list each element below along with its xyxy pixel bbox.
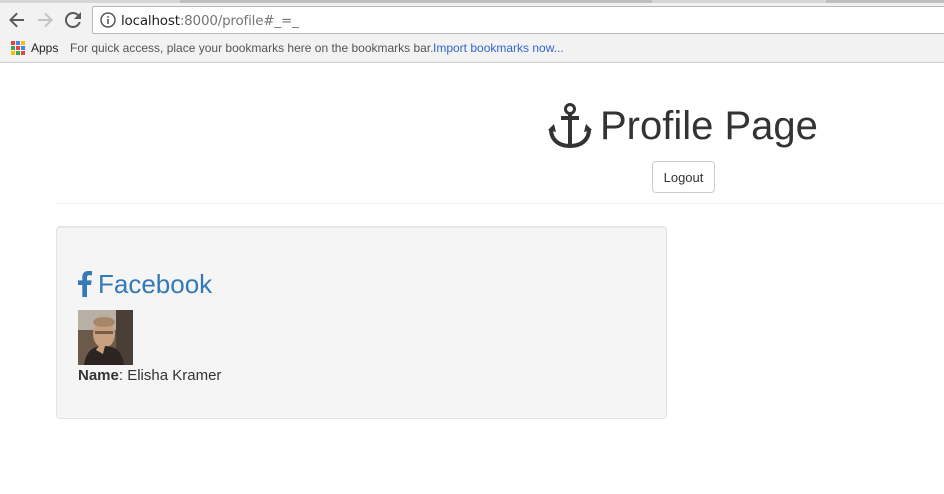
title-row: Profile Page [548,103,818,149]
import-bookmarks-link[interactable]: Import bookmarks now... [433,41,564,55]
avatar [78,310,133,365]
url-path: :8000/profile#_=_ [179,13,299,29]
back-arrow-icon[interactable] [6,9,28,31]
name-label: Name [78,367,119,384]
browser-tab[interactable] [826,0,944,3]
apps-shortcut[interactable]: Apps [31,41,58,55]
forward-arrow-icon[interactable] [34,9,56,31]
profile-name: Name: Elisha Kramer [78,367,221,384]
page-header: Profile Page Logout [56,63,944,204]
anchor-icon [548,103,592,149]
name-value: Elisha Kramer [127,367,222,384]
page-title: Profile Page [600,104,818,148]
browser-toolbar: localhost:8000/profile#_=_ [0,0,944,37]
bookmarks-hint: For quick access, place your bookmarks h… [70,41,434,55]
address-bar[interactable]: localhost:8000/profile#_=_ [92,6,944,34]
browser-tab[interactable] [180,0,652,3]
facebook-heading: Facebook [78,269,212,299]
name-separator: : [118,367,128,384]
facebook-profile-panel: Facebook Name: Elisha Kramer [56,226,667,419]
info-icon[interactable] [100,12,116,28]
facebook-icon [78,271,92,297]
bookmarks-bar: Apps For quick access, place your bookma… [0,37,944,63]
url-text[interactable]: localhost:8000/profile#_=_ [121,13,299,29]
facebook-heading-text: Facebook [98,269,213,299]
apps-grid-icon[interactable] [11,41,25,55]
url-host: localhost [121,13,180,29]
reload-icon[interactable] [62,9,84,31]
logout-button[interactable]: Logout [652,161,715,193]
